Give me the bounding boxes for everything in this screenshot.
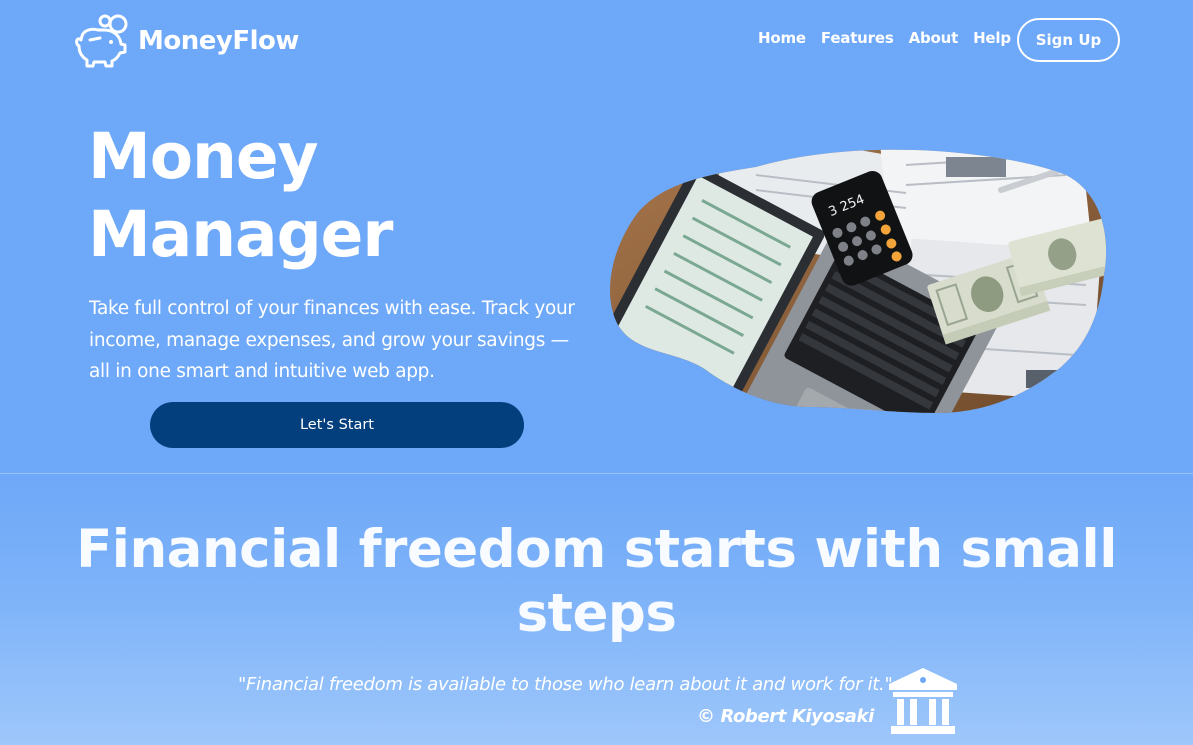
nav-about-link[interactable]: About	[909, 29, 959, 47]
hero-title-line1: Money	[88, 120, 319, 193]
lets-start-button[interactable]: Let's Start	[150, 402, 524, 448]
hero-section: MoneyFlow Home Features About Help Sign …	[0, 0, 1193, 474]
main-nav: Home Features About Help	[758, 29, 1026, 47]
navbar: MoneyFlow Home Features About Help Sign …	[0, 0, 1193, 80]
section-title: Financial freedom starts with small step…	[76, 519, 1117, 644]
quote-author: © Robert Kiyosaki	[697, 706, 874, 727]
brand-name: MoneyFlow	[138, 26, 299, 56]
nav-help-link[interactable]: Help	[973, 29, 1011, 47]
hero-finance-image: 3 254	[609, 149, 1106, 413]
nav-features-link[interactable]: Features	[821, 29, 894, 47]
piggy-bank-icon	[75, 14, 128, 68]
brand-logo[interactable]: MoneyFlow	[74, 14, 299, 68]
bank-icon	[889, 668, 957, 734]
nav-home-link[interactable]: Home	[758, 29, 806, 47]
sign-up-button[interactable]: Sign Up	[1017, 18, 1120, 62]
hero-title-line2: Manager	[88, 198, 393, 271]
hero-title: Money Manager	[88, 118, 393, 274]
hero-description: Take full control of your finances with …	[89, 298, 575, 382]
quote-text: "Financial freedom is available to those…	[238, 674, 893, 695]
